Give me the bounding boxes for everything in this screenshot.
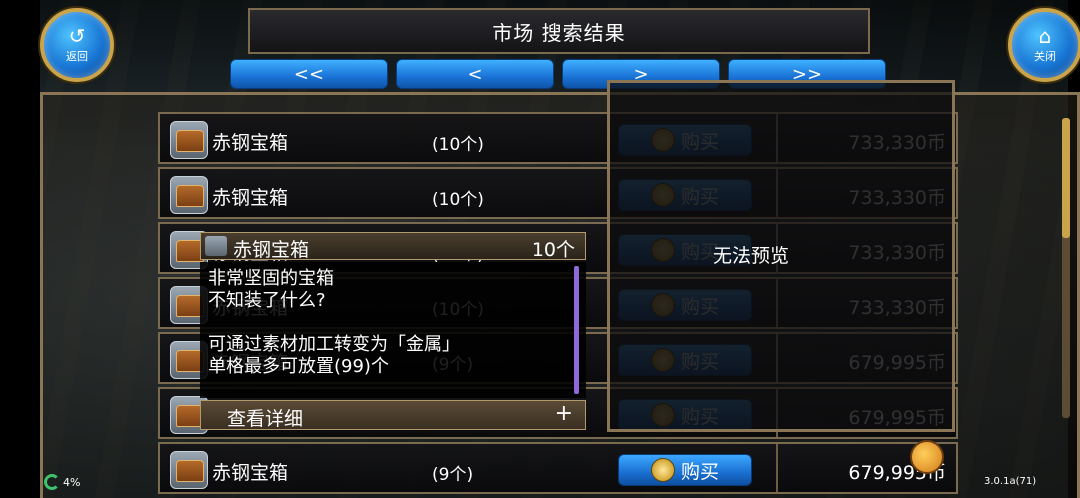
- close-label: 关闭: [1034, 50, 1056, 63]
- chest-icon: [170, 176, 208, 214]
- return-arrow-icon: ↺: [68, 24, 86, 48]
- column-divider: [776, 444, 778, 492]
- tooltip-header: 赤钢宝箱 10个: [200, 232, 586, 261]
- coin-icon: [650, 458, 675, 482]
- first-page-button[interactable]: <<: [230, 59, 388, 89]
- battery-indicator: 4%: [44, 474, 80, 490]
- back-label: 返回: [66, 50, 88, 63]
- item-quantity: (10个): [432, 190, 484, 210]
- home-icon: ⌂: [1038, 24, 1052, 48]
- tooltip-line: 不知装了什么?: [208, 290, 326, 311]
- palette-icon[interactable]: [910, 440, 944, 474]
- battery-ring-icon: [44, 474, 60, 490]
- chest-icon: [170, 451, 208, 489]
- battery-percent: 4%: [63, 475, 81, 489]
- chest-icon: [205, 236, 227, 256]
- chest-shape: [176, 130, 204, 152]
- tooltip-line: 单格最多可放置(99)个: [208, 356, 389, 377]
- item-quantity: (10个): [432, 135, 484, 155]
- item-name: 赤钢宝箱: [212, 132, 289, 154]
- tooltip-item-name: 赤钢宝箱: [233, 239, 310, 261]
- chest-shape: [176, 460, 204, 482]
- close-button[interactable]: ⌂ 关闭: [1008, 8, 1080, 82]
- tooltip-item-count: 10个: [531, 239, 575, 261]
- chest-shape: [176, 185, 204, 207]
- left-letterbox: [0, 0, 40, 498]
- item-name: 赤钢宝箱: [212, 187, 289, 209]
- view-details-label: 查看详细: [227, 408, 304, 430]
- tooltip-description[interactable]: 非常坚固的宝箱 不知装了什么? 可通过素材加工转变为「金属」 单格最多可放置(9…: [200, 262, 586, 398]
- version-label: 3.0.1a(71): [984, 476, 1037, 487]
- table-row[interactable]: 赤钢宝箱(9个)购买679,995币: [158, 442, 958, 494]
- item-quantity: (9个): [432, 465, 474, 485]
- plus-icon: +: [554, 401, 573, 426]
- list-scrollbar-thumb[interactable]: [1062, 118, 1070, 238]
- buy-label: 购买: [680, 460, 719, 483]
- title-banner: 市场 搜索结果: [248, 8, 870, 54]
- back-button[interactable]: ↺ 返回: [40, 8, 114, 82]
- tooltip-line: 可通过素材加工转变为「金属」: [208, 334, 460, 355]
- chest-icon: [170, 121, 208, 159]
- item-name: 赤钢宝箱: [212, 462, 289, 484]
- buy-button[interactable]: 购买: [618, 454, 752, 486]
- preview-panel: 无法预览: [607, 80, 955, 432]
- tooltip-scrollbar[interactable]: [574, 266, 579, 394]
- tooltip-spacer: [208, 312, 572, 334]
- tooltip-line: 非常坚固的宝箱: [208, 268, 334, 289]
- preview-message: 无法预览: [712, 244, 789, 267]
- list-scrollbar[interactable]: [1062, 118, 1070, 418]
- page-title: 市场 搜索结果: [492, 20, 626, 45]
- prev-page-button[interactable]: <: [396, 59, 554, 89]
- view-details-button[interactable]: 查看详细 +: [200, 400, 586, 430]
